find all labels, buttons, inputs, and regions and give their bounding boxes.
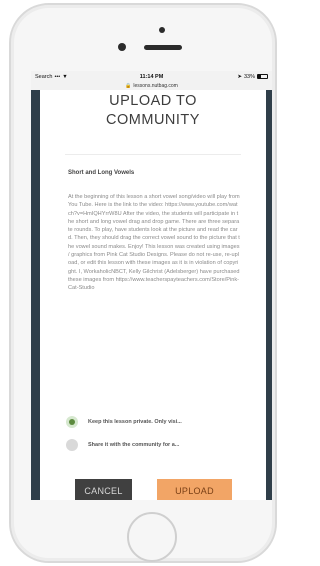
option-share-label: Share it with the community for a... bbox=[88, 442, 180, 448]
lock-icon: 🔒 bbox=[125, 83, 132, 89]
status-carrier: Search bbox=[35, 73, 53, 80]
location-icon: ➤ bbox=[237, 73, 242, 80]
option-private-row[interactable]: Keep this lesson private. Only visi... bbox=[66, 416, 182, 428]
modal-title-line2: COMMUNITY bbox=[106, 112, 200, 128]
phone-screen: Search ••• ▼ 11:14 PM ➤ 33% 🔒 lessons.nu… bbox=[31, 71, 272, 500]
url-bar[interactable]: 🔒 lessons.nutbag.com bbox=[31, 82, 272, 90]
modal-title: UPLOAD TO COMMUNITY bbox=[40, 92, 266, 130]
lesson-title: Short and Long Vowels bbox=[68, 170, 135, 176]
status-time: 11:14 PM bbox=[139, 73, 164, 80]
home-button[interactable] bbox=[127, 512, 177, 562]
option-share-row[interactable]: Share it with the community for a... bbox=[66, 439, 179, 451]
earpiece-speaker bbox=[144, 45, 182, 50]
option-private-label: Keep this lesson private. Only visi... bbox=[88, 419, 182, 425]
status-battery-text: 33% bbox=[244, 73, 256, 80]
lesson-description: At the beginning of this lesson a short … bbox=[68, 194, 240, 292]
sensor-dot bbox=[159, 27, 165, 33]
radio-share[interactable] bbox=[66, 439, 78, 451]
title-divider bbox=[65, 154, 241, 155]
cancel-button[interactable]: CANCEL bbox=[75, 479, 132, 500]
url-text: lessons.nutbag.com bbox=[133, 83, 178, 89]
front-camera bbox=[118, 43, 126, 51]
wifi-icon: ▼ bbox=[62, 73, 68, 80]
upload-modal: UPLOAD TO COMMUNITY Short and Long Vowel… bbox=[40, 90, 266, 500]
battery-icon bbox=[257, 74, 269, 79]
page-backdrop-right bbox=[266, 90, 272, 500]
page-backdrop-left bbox=[31, 90, 40, 500]
status-bar: Search ••• ▼ 11:14 PM ➤ 33% bbox=[31, 71, 272, 82]
radio-private[interactable] bbox=[66, 416, 78, 428]
modal-title-line1: UPLOAD TO bbox=[109, 93, 197, 109]
signal-icon: ••• bbox=[54, 73, 61, 80]
lesson-description-scroll[interactable]: At the beginning of this lesson a short … bbox=[68, 193, 240, 388]
upload-button[interactable]: UPLOAD bbox=[157, 479, 232, 500]
